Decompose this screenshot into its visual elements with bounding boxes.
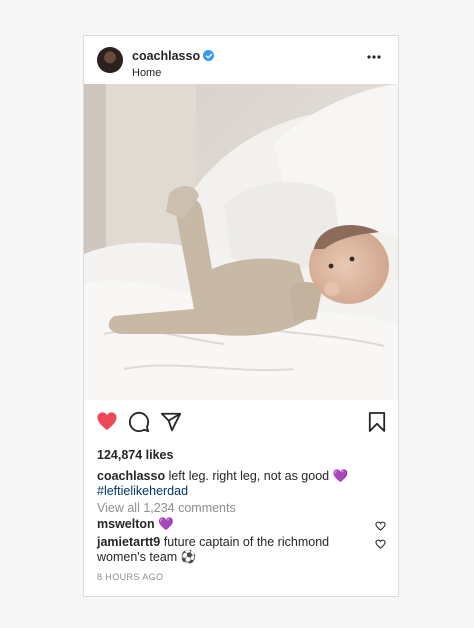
paper-plane-icon[interactable] <box>160 411 182 438</box>
like-count[interactable]: 124,874 likes <box>97 448 173 462</box>
comment-item: jamietartt9 future captain of the richmo… <box>97 535 372 565</box>
avatar[interactable] <box>97 47 123 73</box>
location-label[interactable]: Home <box>132 66 214 80</box>
more-options-icon[interactable] <box>366 50 382 64</box>
post-caption: coachlasso left leg. right leg, not as g… <box>97 469 387 499</box>
view-all-comments-link[interactable]: View all 1,234 comments <box>97 501 236 515</box>
caption-username[interactable]: coachlasso <box>97 469 165 483</box>
post-photo[interactable] <box>84 84 398 400</box>
verified-badge-icon <box>203 50 215 61</box>
comment-text: 💜 <box>158 517 174 531</box>
action-bar <box>84 411 398 435</box>
comment-username[interactable]: mswelton <box>97 517 155 531</box>
comment-bubble-icon[interactable] <box>128 411 150 438</box>
caption-emoji: 💜 <box>332 469 349 483</box>
user-info: coachlasso Home <box>132 47 215 80</box>
post-timestamp: 8 HOURS AGO <box>97 572 164 582</box>
username[interactable]: coachlasso <box>132 49 200 63</box>
instagram-post-card: coachlasso Home 124,874 likes coachlasso… <box>83 35 399 597</box>
post-header: coachlasso Home <box>84 36 398 84</box>
heart-outline-icon[interactable] <box>375 518 386 536</box>
heart-outline-icon[interactable] <box>375 536 386 554</box>
comment-item: mswelton 💜 <box>97 517 372 532</box>
hashtag-link[interactable]: #leftielikeherdad <box>97 484 188 498</box>
comment-username[interactable]: jamietartt9 <box>97 535 160 549</box>
caption-text: left leg. right leg, not as good <box>168 469 330 483</box>
heart-filled-icon[interactable] <box>96 411 118 436</box>
bookmark-icon[interactable] <box>368 411 386 438</box>
